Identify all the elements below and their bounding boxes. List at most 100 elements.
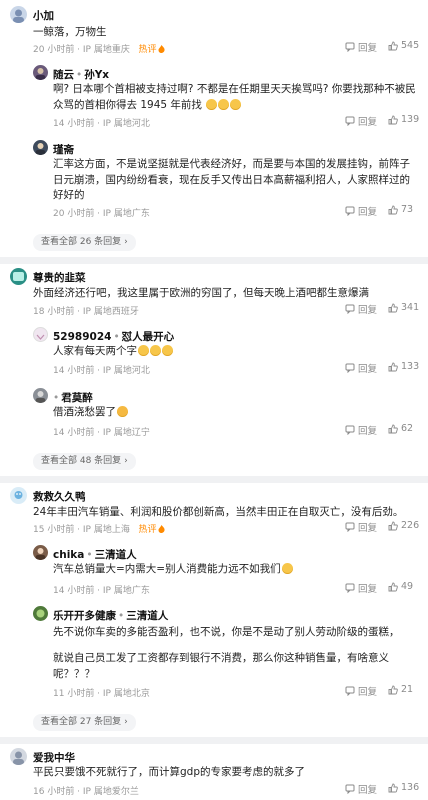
thumbs-up-icon <box>388 685 398 694</box>
comment-text: 24年丰田汽车销量、利润和股价都创新高，当然丰田正在自取灭亡，没有后劲。 <box>33 506 404 518</box>
reply-username[interactable]: • 君莫醉 <box>53 390 93 405</box>
reply-text: 借酒浇愁罢了 <box>53 405 418 421</box>
laugh-cry-emoji <box>230 98 242 110</box>
like-button[interactable]: 49 <box>388 581 413 592</box>
like-button[interactable]: 139 <box>388 114 419 125</box>
frown-emoji <box>117 406 128 417</box>
avatar-image <box>35 391 46 403</box>
like-button[interactable]: 545 <box>388 40 419 51</box>
comment-username[interactable]: 爱我中华 <box>33 750 75 765</box>
reply-meta: 20 小时前 · IP 属地广东 <box>53 209 150 219</box>
laugh-emoji <box>150 345 161 356</box>
avatar-image <box>35 548 46 560</box>
reply-icon <box>345 583 355 593</box>
chevron-right-icon: › <box>124 456 128 466</box>
thumbs-up-icon <box>388 424 398 433</box>
comment-text: 外面经济还行吧，我这里属于欧洲的穷国了，但每天晚上酒吧都生意爆满 <box>33 287 369 299</box>
reply-button[interactable]: 回复 <box>345 361 377 375</box>
view-all-replies-button[interactable]: 查看全部 27 条回复 › <box>33 714 136 731</box>
reply-icon <box>345 206 355 216</box>
like-button[interactable]: 73 <box>388 204 413 215</box>
like-button[interactable]: 341 <box>388 302 419 313</box>
laugh-emoji <box>162 345 173 356</box>
avatar-image <box>35 143 46 155</box>
reply-meta: 14 小时前 · IP 属地河北 <box>53 366 150 376</box>
chevron-right-icon: › <box>124 717 128 727</box>
flame-icon <box>158 525 166 533</box>
reply-icon <box>345 686 355 696</box>
avatar[interactable] <box>33 545 48 560</box>
comment-meta: 18 小时前 · IP 属地西班牙 <box>33 307 139 317</box>
avatar-image <box>35 68 46 80</box>
reply-text: 人家有每天两个字 <box>53 344 418 360</box>
reply-username[interactable]: 瑾斋 <box>53 142 74 157</box>
view-all-replies-button[interactable]: 查看全部 48 条回复 › <box>33 453 136 470</box>
avatar[interactable] <box>33 606 48 621</box>
hot-comment-badge: 热评 <box>133 45 166 55</box>
comment-text: 平民只要饿不死就行了，而计算gdp的专家要考虑的就多了 <box>33 766 305 778</box>
like-button[interactable]: 21 <box>388 684 413 695</box>
avatar[interactable] <box>33 65 48 80</box>
comment-username[interactable]: 救救久久鸭 <box>33 489 86 504</box>
reply-username[interactable]: 随云 • 孙Yx <box>53 67 109 82</box>
avatar-image <box>13 751 24 765</box>
reply-meta: 14 小时前 · IP 属地辽宁 <box>53 428 150 438</box>
reply-button[interactable]: 回复 <box>345 302 377 316</box>
reply-username[interactable]: 52989024 • 怼人最开心 <box>53 329 174 344</box>
divider <box>0 257 428 264</box>
reply-button[interactable]: 回复 <box>345 520 377 534</box>
comment-username[interactable]: 尊贵的韭菜 <box>33 270 86 285</box>
reply-text-paragraph: 就说自己员工发了工资都存到银行不消费，那么你这种销售量，有啥意义呢？？？ <box>53 652 389 680</box>
avatar[interactable] <box>10 6 27 23</box>
comment-meta: 15 小时前 · IP 属地上海 热评 <box>33 522 166 535</box>
avatar[interactable] <box>10 268 27 285</box>
reply-username[interactable]: chika • 三清道人 <box>53 547 137 562</box>
reply-to-username[interactable]: 三清道人 <box>126 610 168 622</box>
avatar-image <box>14 491 23 499</box>
comment-meta: 16 小时前 · IP 属地爱尔兰 <box>33 787 139 797</box>
like-button[interactable]: 226 <box>388 520 419 531</box>
reply-to-username[interactable]: 三清道人 <box>95 549 137 561</box>
reply-icon <box>345 522 355 532</box>
like-button[interactable]: 133 <box>388 361 419 372</box>
comment-username[interactable]: 小加 <box>33 8 54 23</box>
flame-icon <box>158 45 166 53</box>
comment-text: 一鲸落，万物生 <box>33 26 107 38</box>
reply-button[interactable]: 回复 <box>345 581 377 595</box>
laugh-cry-emoji <box>218 98 230 110</box>
reply-button[interactable]: 回复 <box>345 423 377 437</box>
reply-meta: 14 小时前 · IP 属地河北 <box>53 119 150 129</box>
thumbs-up-icon <box>388 115 398 124</box>
reply-meta: 11 小时前 · IP 属地北京 <box>53 689 150 699</box>
comment-meta: 20 小时前 · IP 属地重庆 热评 <box>33 42 166 55</box>
avatar[interactable] <box>10 748 27 765</box>
avatar[interactable] <box>33 327 48 342</box>
reply-button[interactable]: 回复 <box>345 114 377 128</box>
reply-button[interactable]: 回复 <box>345 40 377 54</box>
view-all-replies-button[interactable]: 查看全部 26 条回复 › <box>33 234 136 251</box>
reply-to-username[interactable]: 怼人最开心 <box>122 331 175 343</box>
reply-icon <box>345 784 355 794</box>
avatar[interactable] <box>33 388 48 403</box>
reply-button[interactable]: 回复 <box>345 782 377 796</box>
reply-to-username[interactable]: 孙Yx <box>84 69 109 81</box>
like-button[interactable]: 136 <box>388 782 419 793</box>
reply-text: 汇率这方面，不是说坚挺就是代表经济好，而是要与本国的发展挂钩，前阵子日元崩溃，国… <box>53 158 410 201</box>
reply-text: 先不说你车卖的多能否盈利，也不说，你是不是动了别人劳动阶级的蛋糕， <box>53 626 400 638</box>
avatar[interactable] <box>33 140 48 155</box>
like-button[interactable]: 62 <box>388 423 413 434</box>
reply-button[interactable]: 回复 <box>345 684 377 698</box>
thumbs-up-icon <box>388 41 398 50</box>
thumbs-up-icon <box>388 783 398 792</box>
reply-meta: 14 小时前 · IP 属地广东 <box>53 586 150 596</box>
reply-icon <box>345 116 355 126</box>
avatar-image <box>36 334 45 340</box>
reply-button[interactable]: 回复 <box>345 204 377 218</box>
reply-text: 啊? 日本哪个首相被支持过啊? 不都是在任期里天天挨骂吗? 你要找那种不被民众骂… <box>53 83 416 111</box>
avatar[interactable] <box>10 487 27 504</box>
comment-time-location: 20 小时前 · IP 属地重庆 <box>33 45 130 55</box>
reply-username[interactable]: 乐开开多健康 • 三清道人 <box>53 608 168 623</box>
reply-icon <box>345 304 355 314</box>
thumbs-up-icon <box>388 582 398 591</box>
divider <box>0 476 428 483</box>
